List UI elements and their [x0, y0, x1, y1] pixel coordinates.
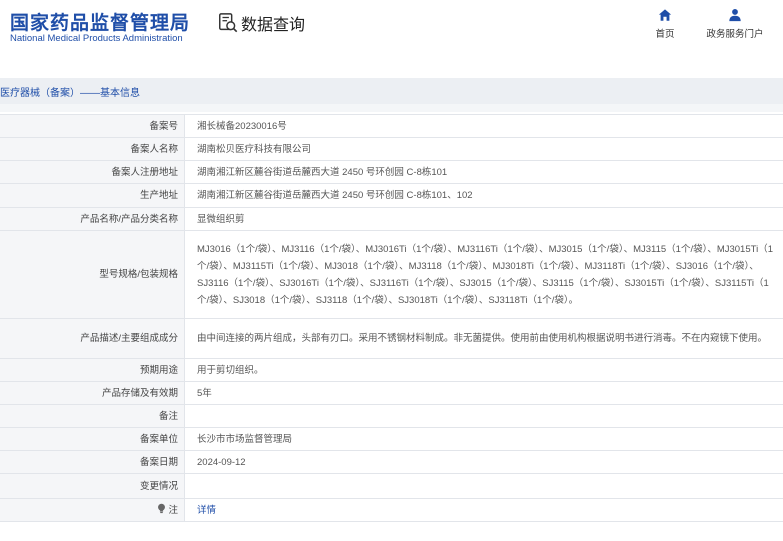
row-label: 型号规格/包装规格 [0, 230, 185, 319]
table-row: 产品存储及有效期 5年 [0, 381, 783, 405]
nav-service-portal[interactable]: 政务服务门户 [705, 8, 765, 40]
table-row: 备案日期 2024-09-12 [0, 450, 783, 474]
lightbulb-icon [158, 503, 166, 513]
row-value: 长沙市市场监督管理局 [184, 427, 783, 451]
row-label: 备案人注册地址 [0, 160, 185, 184]
table-row: 型号规格/包装规格 MJ3016（1个/袋）、MJ3116（1个/袋）、MJ30… [0, 230, 783, 319]
row-value: 详情 [184, 498, 783, 522]
query-title-text: 数据查询 [241, 17, 306, 34]
row-value: MJ3016（1个/袋）、MJ3116（1个/袋）、MJ3016Ti（1个/袋）… [184, 230, 783, 319]
row-value: 湘长械备20230016号 [184, 114, 783, 138]
row-label: 备案人名称 [0, 137, 185, 161]
site-logo-cn[interactable]: 国家药品监督管理局 [10, 8, 190, 35]
site-logo-en[interactable]: National Medical Products Administration [10, 33, 183, 44]
note-label: 注 [168, 504, 178, 516]
data-query-title: 数据查询 [217, 11, 305, 35]
document-search-icon [219, 13, 238, 33]
table-row: 备案人名称 湖南松贝医疗科技有限公司 [0, 137, 783, 161]
row-label: 变更情况 [0, 473, 185, 499]
row-label: 生产地址 [0, 183, 185, 208]
table-row: 备案人注册地址 湖南湘江新区麓谷街道岳麓西大道 2450 号环创园 C-8栋10… [0, 160, 783, 184]
nav-home-label: 首页 [655, 29, 675, 40]
breadcrumb: 医疗器械（备案）——基本信息 [0, 88, 140, 99]
row-label: 备案日期 [0, 450, 185, 474]
row-value [184, 473, 783, 499]
row-label: 预期用途 [0, 358, 185, 382]
home-icon [658, 9, 672, 21]
table-row: 注 详情 [0, 498, 783, 522]
table-row: 预期用途 用于剪切组织。 [0, 358, 783, 382]
row-value: 5年 [184, 381, 783, 405]
table-row: 变更情况 [0, 473, 783, 499]
row-value: 湖南湘江新区麓谷街道岳麓西大道 2450 号环创园 C-8栋101 [184, 160, 783, 184]
row-value: 显微组织剪 [184, 207, 783, 231]
row-value: 由中间连接的两片组成，头部有刃口。采用不锈钢材料制成。非无菌提供。使用前由使用机… [184, 318, 783, 359]
row-label: 备案号 [0, 114, 185, 138]
row-value: 用于剪切组织。 [184, 358, 783, 382]
user-icon [729, 9, 741, 22]
table-row: 备案号 湘长械备20230016号 [0, 114, 783, 138]
table-row: 产品名称/产品分类名称 显微组织剪 [0, 207, 783, 231]
row-value [184, 404, 783, 428]
row-label: 备注 [0, 404, 185, 428]
site-header: 国家药品监督管理局 National Medical Products Admi… [0, 0, 783, 62]
nav-service-portal-label: 政务服务门户 [706, 29, 764, 40]
table-row: 备案单位 长沙市市场监督管理局 [0, 427, 783, 451]
details-link[interactable]: 详情 [197, 505, 216, 516]
table-row: 备注 [0, 404, 783, 428]
row-label: 产品存储及有效期 [0, 381, 185, 405]
row-value: 湖南松贝医疗科技有限公司 [184, 137, 783, 161]
row-value: 2024-09-12 [184, 450, 783, 474]
row-label: 备案单位 [0, 427, 185, 451]
row-label: 产品描述/主要组成成分 [0, 318, 185, 359]
table-row: 产品描述/主要组成成分 由中间连接的两片组成，头部有刃口。采用不锈钢材料制成。非… [0, 318, 783, 359]
row-label-note: 注 [0, 498, 185, 522]
divider [0, 104, 783, 112]
nav-home[interactable]: 首页 [635, 8, 695, 40]
record-detail-table: 备案号 湘长械备20230016号 备案人名称 湖南松贝医疗科技有限公司 备案人… [0, 114, 783, 522]
row-label: 产品名称/产品分类名称 [0, 207, 185, 231]
table-row: 生产地址 湖南湘江新区麓谷街道岳麓西大道 2450 号环创园 C-8栋101、1… [0, 183, 783, 208]
row-value: 湖南湘江新区麓谷街道岳麓西大道 2450 号环创园 C-8栋101、102 [184, 183, 783, 208]
